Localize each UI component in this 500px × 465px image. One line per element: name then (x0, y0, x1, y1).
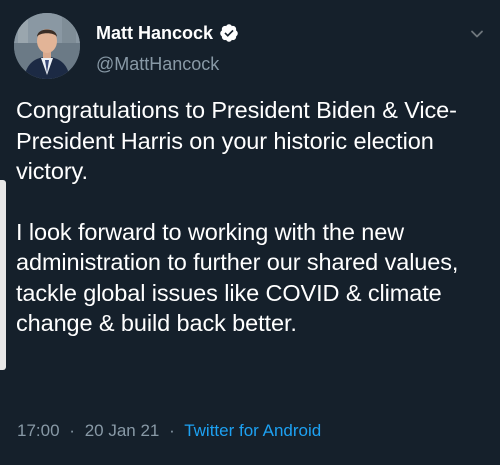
chevron-down-icon[interactable] (470, 27, 484, 41)
tweet-date[interactable]: 20 Jan 21 (85, 421, 160, 440)
author-names: Matt Hancock @MattHancock (96, 21, 239, 75)
author-handle[interactable]: @MattHancock (96, 54, 239, 75)
tweet-meta: 17:00 · 20 Jan 21 · Twitter for Android (17, 421, 321, 441)
avatar[interactable] (14, 13, 80, 79)
verified-badge-icon (219, 23, 239, 43)
tweet-card: Matt Hancock @MattHancock Congratulation… (0, 0, 500, 465)
tweet-header: Matt Hancock @MattHancock (14, 13, 486, 83)
display-name[interactable]: Matt Hancock (96, 23, 213, 44)
scroll-edge-handle[interactable] (0, 180, 6, 370)
tweet-paragraph: I look forward to working with the new a… (16, 218, 459, 337)
meta-separator: · (169, 421, 175, 440)
tweet-time[interactable]: 17:00 (17, 421, 60, 440)
avatar-photo (14, 13, 80, 79)
meta-separator: · (69, 421, 75, 440)
tweet-source-link[interactable]: Twitter for Android (184, 421, 321, 440)
tweet-text: Congratulations to President Biden & Vic… (16, 95, 492, 339)
tweet-paragraph: Congratulations to President Biden & Vic… (16, 97, 457, 184)
display-name-row: Matt Hancock (96, 21, 239, 45)
